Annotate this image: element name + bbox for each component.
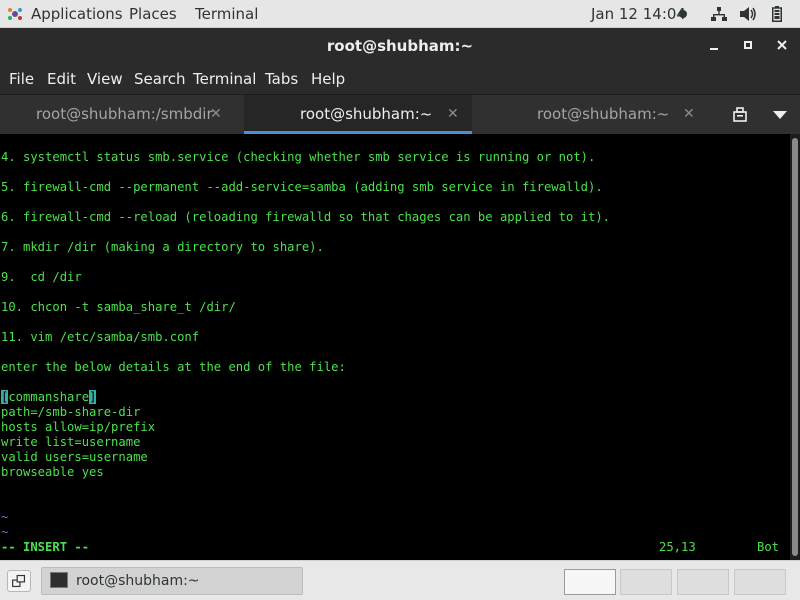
- cursor-position: 25,13: [659, 540, 696, 554]
- tab-active-home[interactable]: root@shubham:~ ✕: [244, 95, 472, 134]
- terminal-line: 10. chcon -t samba_share_t /dir/: [1, 300, 236, 314]
- terminal-line: 9. cd /dir: [1, 270, 82, 284]
- recording-dot-icon: [679, 10, 687, 18]
- taskbar-window-button[interactable]: root@shubham:~: [41, 567, 303, 595]
- menu-edit[interactable]: Edit: [47, 70, 76, 88]
- close-tab-icon[interactable]: ✕: [447, 106, 459, 122]
- terminal-line: 7. mkdir /dir (making a directory to sha…: [1, 240, 324, 254]
- terminal-line: hosts allow=ip/prefix: [1, 420, 156, 434]
- menu-search[interactable]: Search: [134, 70, 186, 88]
- tab-menu-chevron-down-icon[interactable]: [773, 111, 787, 119]
- terminal-line: 11. vim /etc/samba/smb.conf: [1, 330, 200, 344]
- volume-icon[interactable]: [739, 6, 757, 22]
- terminal-line: browseable yes: [1, 465, 104, 479]
- share-name: commanshare: [8, 390, 90, 404]
- empty-line-tilde: ~: [1, 510, 9, 524]
- bottom-panel: root@shubham:~: [0, 560, 800, 600]
- workspace-1[interactable]: [564, 569, 616, 595]
- terminal-scrollbar[interactable]: [790, 134, 800, 560]
- empty-line-tilde: ~: [1, 525, 9, 539]
- applications-menu[interactable]: Applications: [31, 5, 123, 23]
- places-menu[interactable]: Places: [129, 5, 177, 23]
- close-tab-icon[interactable]: ✕: [210, 106, 222, 122]
- window-titlebar[interactable]: root@shubham:~: [0, 28, 800, 63]
- tab-label: root@shubham:~: [300, 105, 433, 123]
- menu-file[interactable]: File: [9, 70, 34, 88]
- terminal-view[interactable]: 4. systemctl status smb.service (checkin…: [0, 134, 790, 560]
- menu-help[interactable]: Help: [311, 70, 345, 88]
- close-button[interactable]: [770, 33, 794, 57]
- window-title: root@shubham:~: [326, 37, 474, 55]
- new-tab-icon[interactable]: [731, 107, 749, 123]
- show-desktop-icon[interactable]: [7, 570, 31, 592]
- share-header-line: [commanshare]: [1, 390, 97, 405]
- workspace-3[interactable]: [677, 569, 729, 595]
- maximize-button[interactable]: [736, 33, 760, 57]
- menu-view[interactable]: View: [87, 70, 123, 88]
- terminal-line: 6. firewall-cmd --reload (reloading fire…: [1, 210, 611, 224]
- terminal-line: write list=username: [1, 435, 141, 449]
- scroll-position: Bot: [757, 540, 780, 554]
- applications-icon[interactable]: [7, 6, 23, 22]
- taskbar-window-label: root@shubham:~: [76, 573, 200, 589]
- terminal-app-menu[interactable]: Terminal: [195, 5, 258, 23]
- tab-label: root@shubham:~: [537, 105, 670, 123]
- tab-home[interactable]: root@shubham:~ ✕: [472, 95, 702, 134]
- terminal-line: enter the below details at the end of th…: [1, 360, 346, 374]
- terminal-line: 5. firewall-cmd --permanent --add-servic…: [1, 180, 603, 194]
- tab-bar: root@shubham:/smbdir ✕ root@shubham:~ ✕ …: [0, 94, 800, 134]
- workspace-4[interactable]: [734, 569, 786, 595]
- menu-bar: File Edit View Search Terminal Tabs Help: [0, 63, 800, 94]
- minimize-button[interactable]: [702, 33, 726, 57]
- terminal-line: path=/smb-share-dir: [1, 405, 141, 419]
- close-tab-icon[interactable]: ✕: [683, 106, 695, 122]
- menu-terminal[interactable]: Terminal: [193, 70, 256, 88]
- tab-smbdir[interactable]: root@shubham:/smbdir ✕: [0, 95, 244, 134]
- battery-icon[interactable]: [772, 6, 782, 22]
- workspace-2[interactable]: [620, 569, 672, 595]
- menu-tabs[interactable]: Tabs: [265, 70, 298, 88]
- network-icon[interactable]: [711, 6, 727, 22]
- tab-label: root@shubham:/smbdir: [36, 105, 213, 123]
- terminal-line: valid users=username: [1, 450, 148, 464]
- clock[interactable]: Jan 12 14:04: [591, 5, 686, 23]
- scrollbar-thumb[interactable]: [792, 138, 798, 556]
- bracket-match-highlight: ]: [89, 390, 97, 404]
- vim-mode-indicator: -- INSERT --: [1, 540, 90, 554]
- terminal-icon: [50, 572, 68, 588]
- terminal-line: 4. systemctl status smb.service (checkin…: [1, 150, 596, 164]
- top-panel: Applications Places Terminal Jan 12 14:0…: [0, 0, 800, 28]
